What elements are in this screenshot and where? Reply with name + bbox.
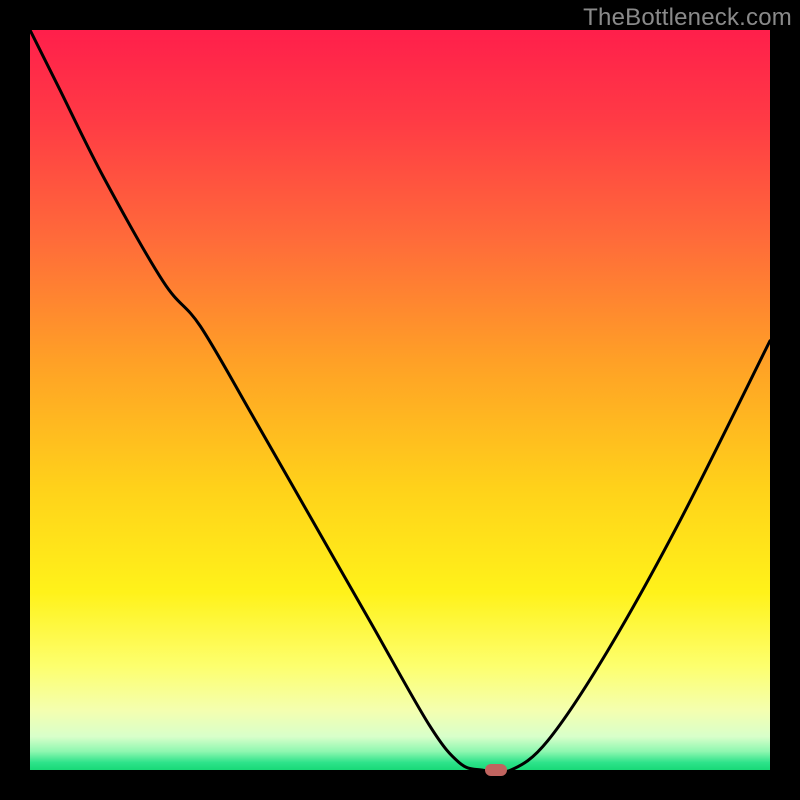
plot-area [30,30,770,770]
background-gradient [30,30,770,770]
watermark-text: TheBottleneck.com [583,4,792,32]
chart-frame: TheBottleneck.com [0,0,800,800]
